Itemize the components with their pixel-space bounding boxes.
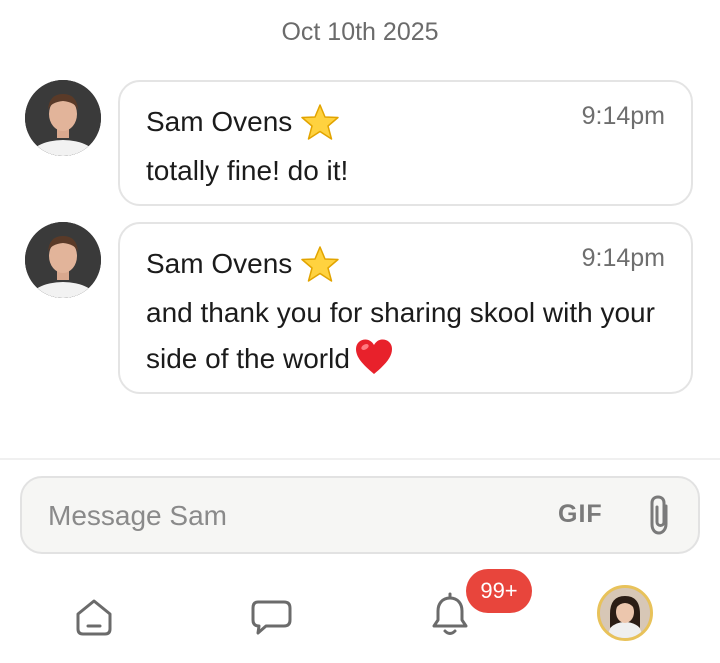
sender-name: Sam Ovens [146, 248, 293, 279]
nav-profile-avatar[interactable] [597, 585, 653, 641]
message-row: Sam Ovens 9:14pm totally fine! do it! [0, 80, 720, 206]
gif-button[interactable]: GIF [558, 500, 603, 529]
star-icon [301, 104, 340, 140]
star-icon [301, 246, 340, 282]
user-avatar [600, 588, 650, 638]
message-time: 9:14pm [581, 102, 665, 130]
notification-badge: 99+ [466, 569, 532, 613]
paperclip-icon [650, 495, 668, 535]
message-time: 9:14pm [581, 244, 665, 272]
sender-name-row: Sam Ovens [146, 244, 340, 284]
chat-screen: Oct 10th 2025 Sam Ovens 9:14pm totally f… [0, 0, 720, 663]
sender-avatar[interactable] [25, 80, 101, 156]
nav-notifications[interactable] [428, 591, 472, 644]
message-bubble: Sam Ovens 9:14pm totally fine! do it! [118, 80, 693, 206]
message-composer: GIF [20, 476, 700, 554]
message-text-wrap: and thank you for sharing skool with you… [146, 290, 665, 382]
message-text: and thank you for sharing skool with you… [146, 297, 655, 374]
nav-chat[interactable] [249, 595, 293, 644]
message-bubble: Sam Ovens 9:14pm and thank you for shari… [118, 222, 693, 394]
home-icon [76, 599, 112, 636]
composer-divider [0, 458, 720, 460]
sender-name: Sam Ovens [146, 106, 293, 137]
sender-photo [25, 222, 101, 298]
nav-home[interactable] [72, 595, 116, 644]
chat-bubble-icon [251, 600, 292, 635]
message-input[interactable] [46, 492, 530, 540]
sender-photo [25, 80, 101, 156]
red-heart-icon [355, 339, 392, 374]
bottom-nav: 99+ [0, 569, 720, 663]
attach-button[interactable] [642, 494, 678, 538]
date-separator: Oct 10th 2025 [281, 18, 439, 46]
sender-name-row: Sam Ovens [146, 102, 340, 142]
sender-avatar[interactable] [25, 222, 101, 298]
bell-icon [432, 592, 468, 635]
message-text: totally fine! do it! [146, 155, 349, 186]
message-row: Sam Ovens 9:14pm and thank you for shari… [0, 222, 720, 394]
